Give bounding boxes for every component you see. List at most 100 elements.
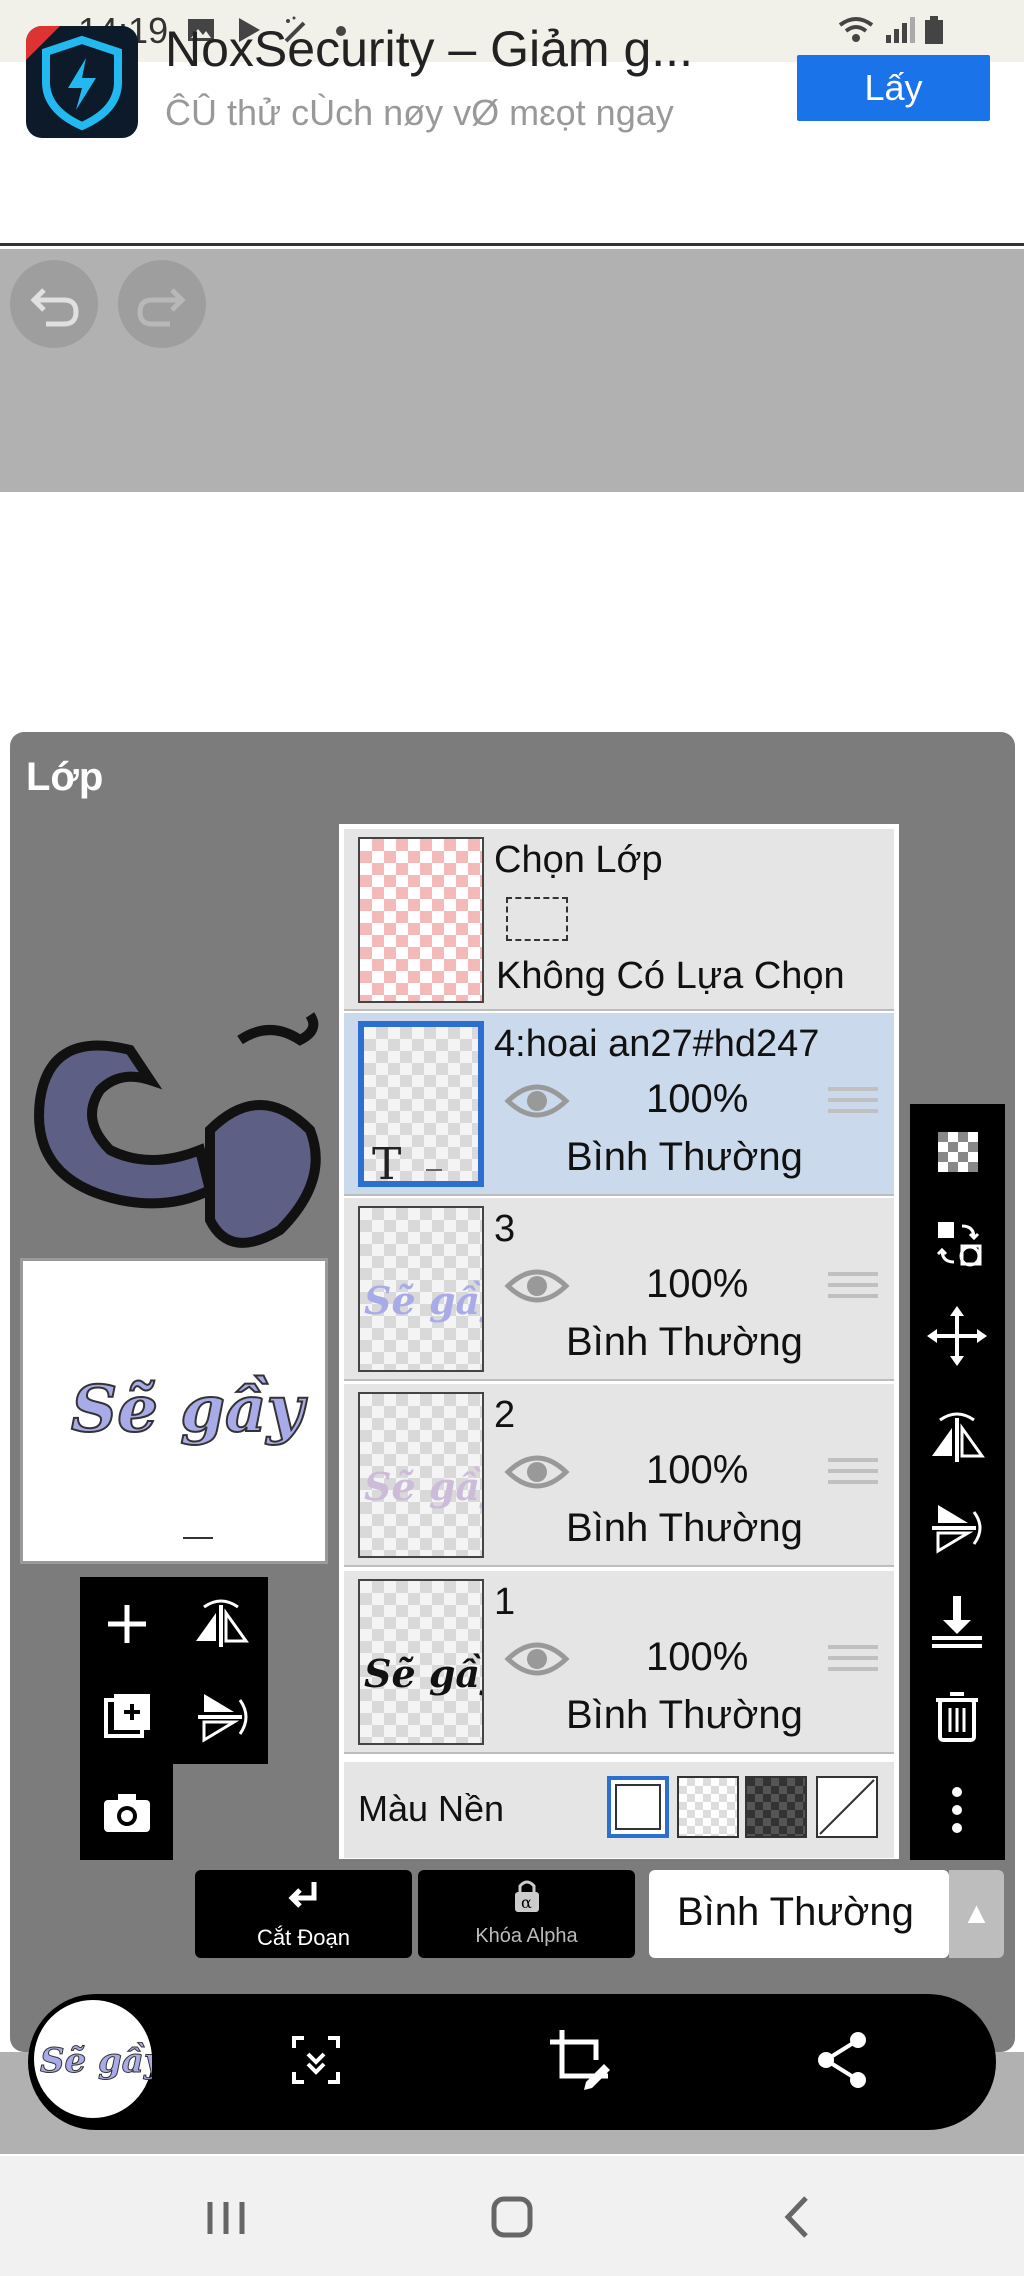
layer-row[interactable]: Sẽ gầy 3 100% Bình Thường [344, 1198, 894, 1381]
plus-icon [108, 1605, 146, 1643]
swap-layer-button[interactable] [910, 1198, 1005, 1290]
ad-subtitle[interactable]: ĈÛ thử cÙch nøy vØ mɛọt ngay [165, 92, 674, 134]
crop-edit-button[interactable] [540, 2020, 620, 2100]
flip-horizontal-icon [196, 1599, 249, 1647]
redo-icon [137, 288, 186, 327]
ad-install-button[interactable]: Lấy [797, 55, 990, 121]
bg-swatch-dark[interactable] [745, 1776, 807, 1838]
shield-lightning-icon[interactable] [26, 26, 138, 138]
drag-handle-icon[interactable] [828, 1458, 878, 1494]
dock-artwork-text: Sẽ gầy [40, 2041, 152, 2081]
drag-handle-icon[interactable] [828, 1087, 878, 1123]
selection-marquee-icon [506, 897, 568, 941]
add-layer-button[interactable] [80, 1577, 174, 1671]
layer-blend-mode: Bình Thường [566, 1320, 803, 1364]
redo-button[interactable] [118, 260, 206, 348]
bg-swatch-none[interactable] [816, 1776, 878, 1838]
checker-icon [938, 1132, 978, 1172]
text-preview-mark [426, 1169, 442, 1171]
duplicate-layer-button[interactable] [80, 1670, 174, 1764]
flip-vertical-right-button[interactable] [910, 1482, 1005, 1574]
flip-vertical-button[interactable] [174, 1670, 268, 1764]
home-button[interactable] [472, 2182, 552, 2252]
eye-icon[interactable] [504, 1637, 570, 1681]
artwork-text: Sẽ gầy [71, 1372, 307, 1447]
layer-thumbnail: Sẽ gầy [358, 1579, 484, 1745]
lock-icon: α [418, 1876, 635, 1925]
share-button[interactable] [802, 2020, 882, 2100]
selection-thumbnail [358, 837, 484, 1003]
canvas-area[interactable] [0, 492, 1024, 730]
layer-opacity[interactable]: 100% [646, 1635, 748, 1680]
recent-apps-button[interactable] [186, 2182, 266, 2252]
clip-arrow-icon [195, 1876, 412, 1925]
canvas-thumbnail-button[interactable]: Sẽ gầy [30, 1996, 166, 2122]
wifi-icon [836, 15, 876, 45]
move-icon [927, 1306, 987, 1366]
background-label: Màu Nền [358, 1788, 505, 1829]
clipping-button[interactable]: Cắt Đoạn [195, 1870, 412, 1958]
transparency-button[interactable] [910, 1106, 1005, 1198]
flip-horizontal-icon [932, 1412, 985, 1462]
bg-swatch-transparent[interactable] [677, 1776, 739, 1838]
selection-layer-row[interactable]: Chọn Lớp Không Có Lựa Chọn [344, 829, 894, 1011]
thumb-artwork-text: Sẽ gầy [364, 1278, 482, 1323]
selection-layer-title: Chọn Lớp [494, 839, 663, 881]
layer-name: 1 [494, 1581, 516, 1623]
selection-layer-status: Không Có Lựa Chọn [496, 955, 845, 997]
layer-row[interactable]: Sẽ gầy 1 100% Bình Thường [344, 1571, 894, 1754]
battery-icon [922, 15, 946, 45]
layer-opacity[interactable]: 100% [646, 1448, 748, 1493]
layer-opacity[interactable]: 100% [646, 1262, 748, 1307]
layer-blend-mode: Bình Thường [566, 1135, 803, 1179]
ad-title[interactable]: NoxSecurity – Giảm g... [165, 20, 693, 78]
signal-icon [884, 15, 918, 45]
drag-handle-icon[interactable] [828, 1645, 878, 1681]
layer-thumbnail: T [358, 1021, 484, 1187]
back-button[interactable] [758, 2182, 838, 2252]
move-button[interactable] [910, 1290, 1005, 1382]
eye-icon[interactable] [504, 1264, 570, 1308]
blend-mode-value[interactable]: Bình Thường [677, 1890, 914, 1935]
merge-down-button[interactable] [910, 1576, 1005, 1668]
layer-opacity[interactable]: 100% [646, 1077, 748, 1122]
flip-vertical-icon [198, 1694, 248, 1743]
alpha-lock-button[interactable]: α Khóa Alpha [418, 1870, 635, 1958]
layer-thumbnail: Sẽ gầy [358, 1392, 484, 1558]
layer-blend-mode: Bình Thường [566, 1693, 803, 1737]
delete-layer-button[interactable] [910, 1670, 1005, 1762]
more-options-button[interactable] [910, 1764, 1005, 1856]
layer-thumbnail: Sẽ gầy [358, 1206, 484, 1372]
share-icon [818, 2032, 866, 2088]
swap-icon [936, 1222, 982, 1267]
undo-icon [30, 288, 79, 327]
undo-button[interactable] [10, 260, 98, 348]
flip-horizontal-right-button[interactable] [910, 1390, 1005, 1482]
crop-icon [550, 2030, 610, 2090]
chevron-up-icon[interactable]: ▲ [949, 1870, 1004, 1958]
layer-name: 4:hoai an27#hd247 [494, 1023, 820, 1065]
layer-row[interactable]: Sẽ gầy 2 100% Bình Thường [344, 1384, 894, 1567]
camera-button[interactable] [80, 1766, 174, 1860]
trash-icon [936, 1692, 978, 1742]
home-icon [491, 2196, 533, 2238]
eye-icon[interactable] [504, 1450, 570, 1494]
back-icon [784, 2196, 808, 2238]
bg-swatch-white[interactable] [607, 1776, 669, 1838]
layer-row[interactable]: T 4:hoai an27#hd247 100% Bình Thường [344, 1013, 894, 1196]
eye-icon[interactable] [504, 1079, 570, 1123]
merge-down-icon [932, 1596, 982, 1648]
fit-screen-button[interactable] [276, 2020, 356, 2100]
canvas-artwork [10, 1010, 340, 1260]
panel-title: Lớp [26, 755, 104, 799]
copy-layer-icon [104, 1694, 150, 1738]
clipping-label: Cắt Đoạn [257, 1925, 350, 1950]
layer-name: 3 [494, 1208, 516, 1250]
drag-handle-icon[interactable] [828, 1272, 878, 1308]
thumb-artwork-text: Sẽ gầy [364, 1464, 482, 1509]
layer-blend-mode: Bình Thường [566, 1506, 803, 1550]
camera-icon [104, 1794, 150, 1832]
flip-horizontal-button[interactable] [174, 1577, 268, 1671]
canvas-preview[interactable]: Sẽ gầy [20, 1258, 328, 1564]
layer-name: 2 [494, 1394, 516, 1436]
